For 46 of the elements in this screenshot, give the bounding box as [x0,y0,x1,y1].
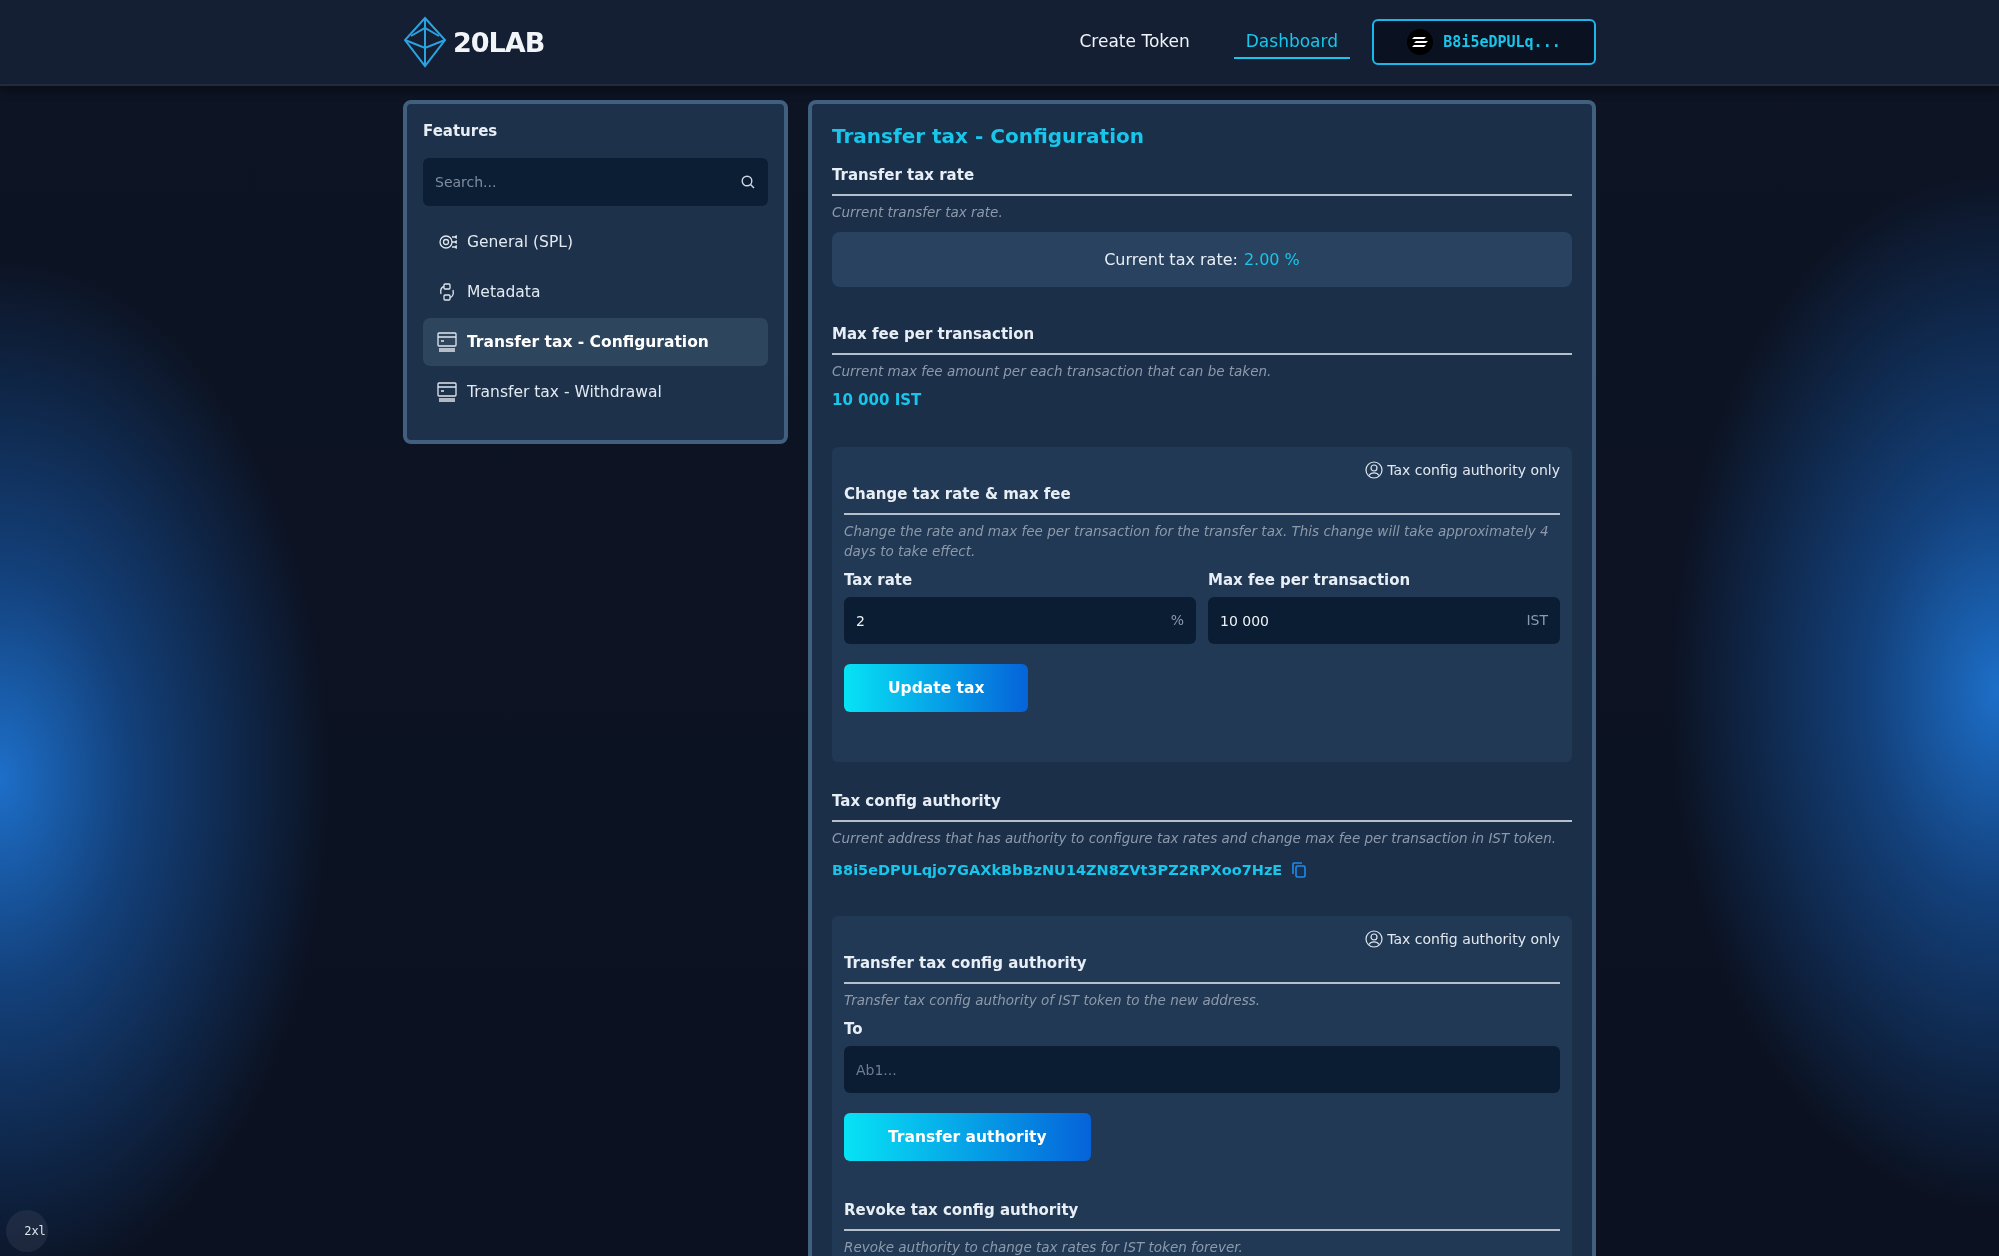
input-field[interactable]: Ab1... [844,1046,1560,1093]
field-label: Tax rate [844,571,914,589]
section-heading: Max fee per transaction [832,325,1572,355]
nav-link[interactable]: Dashboard [1233,25,1350,59]
badge-text: Tax config authority only [1387,462,1560,478]
stripes-icon [1407,29,1434,55]
copy-icon [1292,862,1307,878]
section-heading: Transfer tax config authority [844,954,1560,984]
panel-title: Features [423,122,499,140]
person-icon [1365,461,1384,479]
section-description: Current max fee amount per each transaction that can be taken. [832,362,1273,381]
submit-button[interactable]: Update tax [844,664,1029,712]
address-text: B8i5eDPULqjo7GAXkBbBzNU14ZN8ZVt3PZ2RPXoo7HzE [832,862,1283,878]
section-description: Transfer tax config authority of IST token to the new address. [844,991,1261,1010]
unit-label: % [1170,612,1184,628]
section-description: Revoke authority to change tax rates for IST token forever. [844,1238,1244,1256]
breakpoint-label: 2xl [24,1224,46,1238]
sidebar-item[interactable]: Metadata [423,268,768,316]
sidebar-item[interactable]: Transfer tax - Withdrawal [423,368,768,416]
search-icon [741,175,755,189]
field-label: To [844,1020,864,1038]
badge-text: Tax config authority only [1387,931,1560,947]
rate-value: 2.00 % [1243,250,1300,269]
unit-label: IST [1526,612,1548,628]
section-heading: Change tax rate & max fee [844,485,1560,515]
field-label: Max fee per transaction [1208,571,1412,589]
nav-link[interactable]: Create Token [1067,25,1202,59]
tax-card-icon [437,332,457,352]
section-description: Current transfer tax rate. [832,203,1004,222]
page-title: Transfer tax - Configuration [832,124,1145,148]
wallet-button[interactable]: B8i5eDPULq... [1372,19,1596,65]
rate-label: Current tax rate: [1104,250,1238,269]
sidebar-item[interactable]: General (SPL) [423,218,768,266]
diamond-logo-icon [403,16,447,68]
sidebar-item[interactable]: Transfer tax - Configuration [423,318,768,366]
section-heading: Tax config authority [832,792,1572,822]
fee-value: 10 000 IST [832,391,923,409]
section-description: Current address that has authority to configure tax rates and change max fee per transaction in IST token. [832,829,1557,848]
logo-text: 20LAB [453,26,545,58]
section-heading: Revoke tax config authority [844,1201,1560,1231]
sync-icon [437,282,457,302]
search-field[interactable]: Search... [423,158,768,206]
section-description: Change the rate and max fee per transaction for the transfer tax. This change will take approximately 4 days to take effect. [844,522,1550,561]
tax-card-icon [437,382,457,402]
section-heading: Transfer tax rate [832,166,1572,196]
person-icon [1365,930,1384,948]
